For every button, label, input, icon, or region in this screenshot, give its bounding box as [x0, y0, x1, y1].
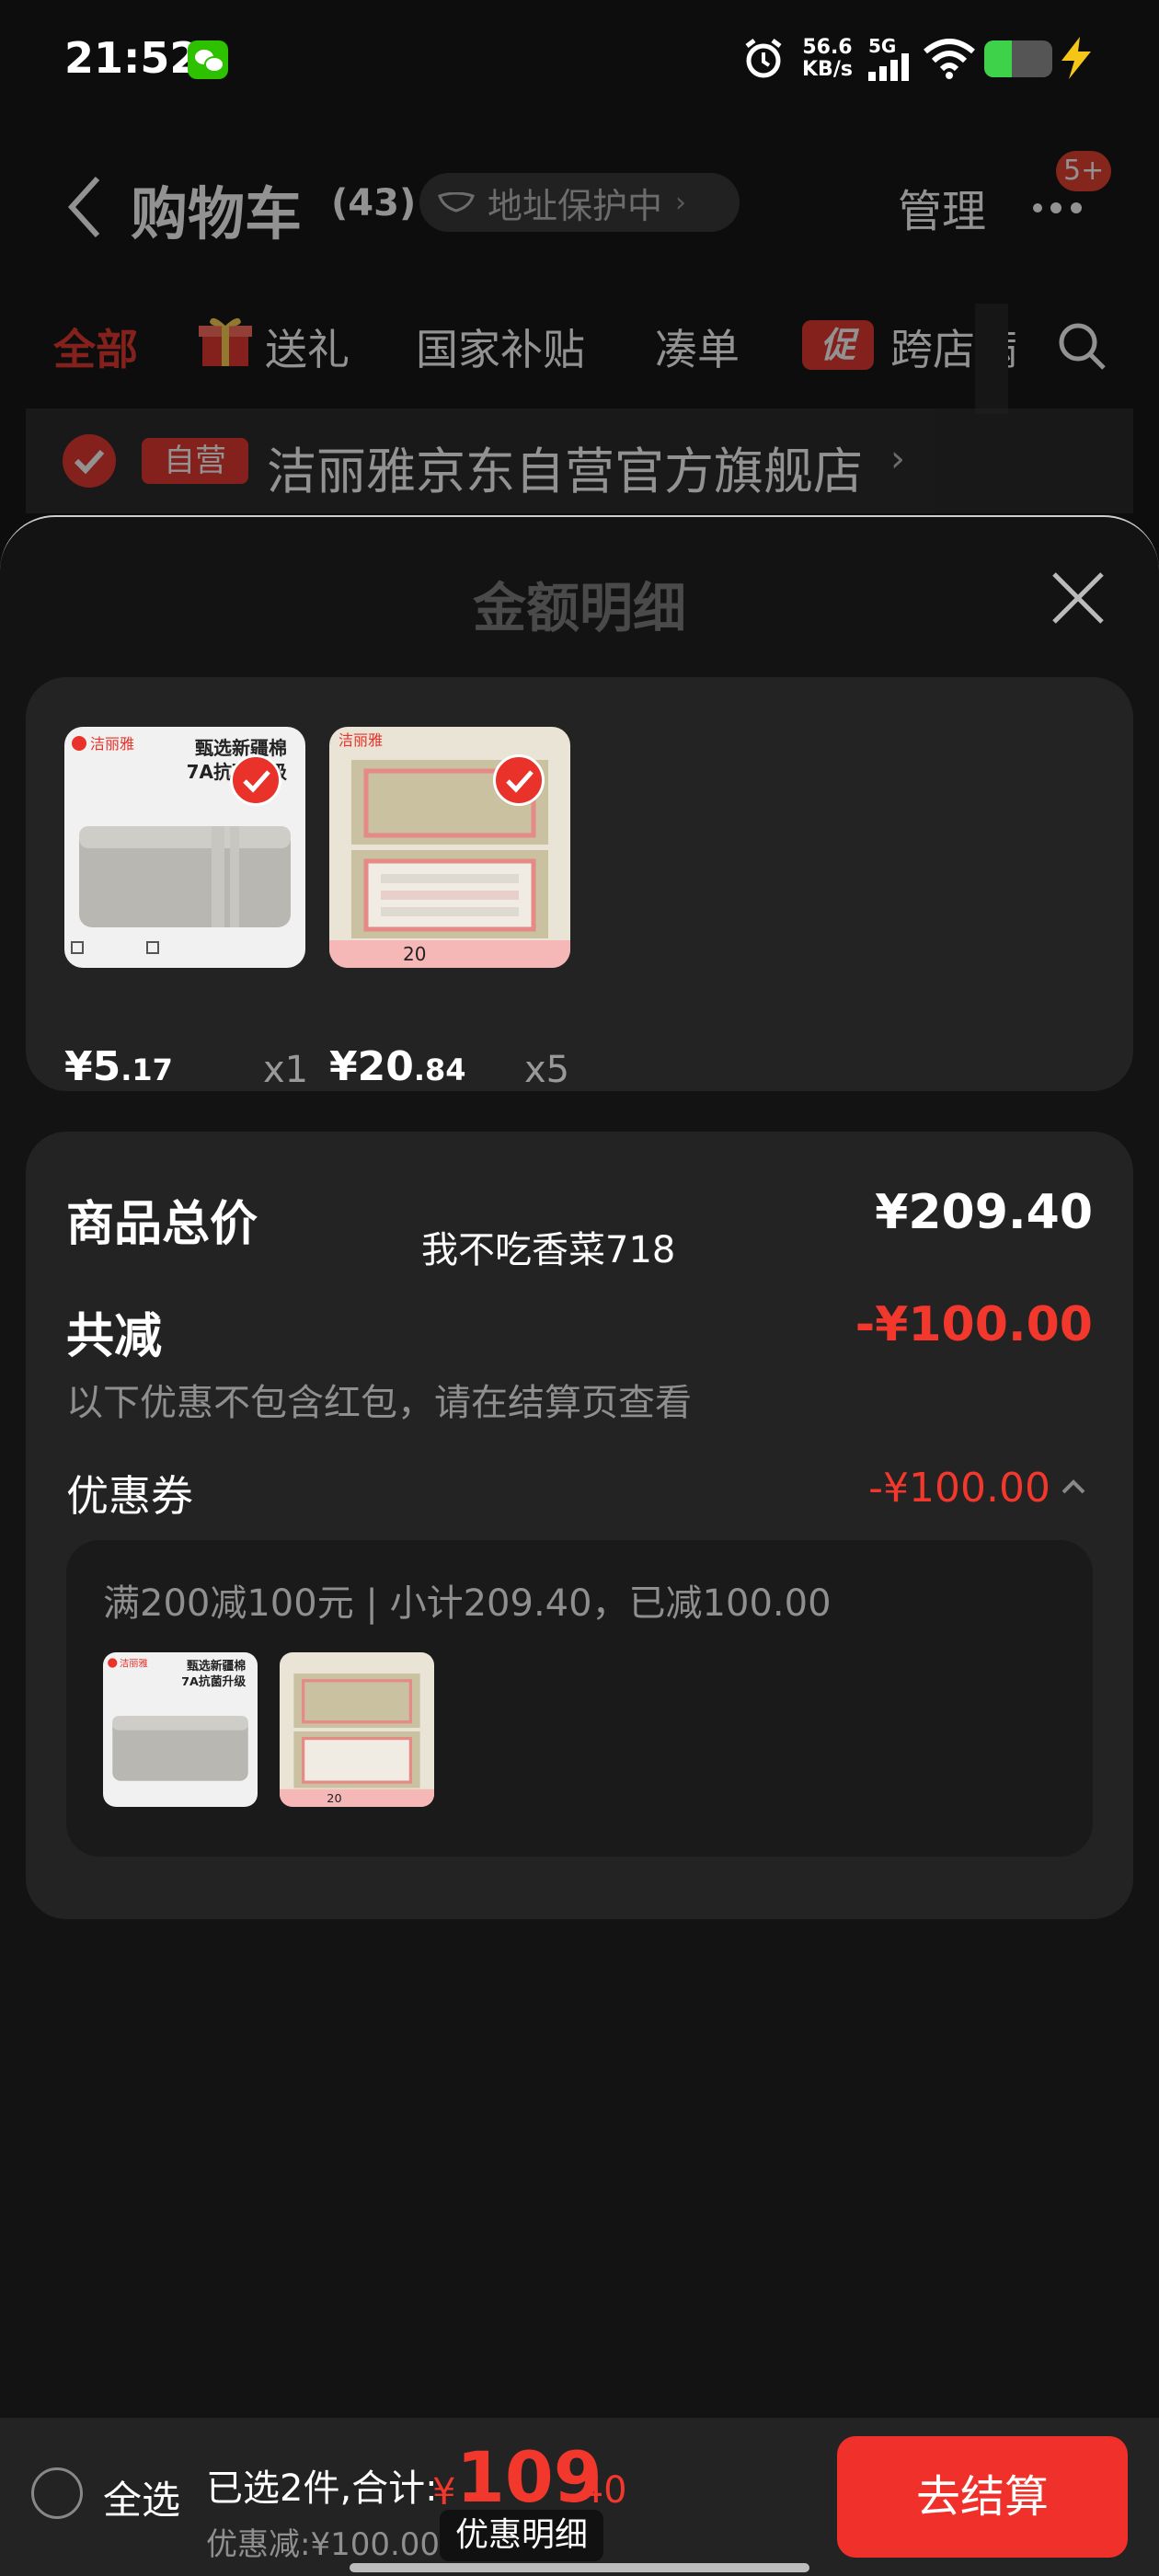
product-price: ¥5.17: [64, 1043, 173, 1090]
product-price: ¥20.84: [329, 1043, 466, 1090]
charging-icon: [1061, 37, 1091, 79]
selected-summary: 已选2件,合计:: [206, 2467, 438, 2510]
checkout-button[interactable]: 去结算: [837, 2436, 1128, 2558]
svg-text:洁丽雅: 洁丽雅: [90, 735, 134, 753]
home-indicator[interactable]: [350, 2563, 809, 2572]
svg-text:甄选新疆棉: 甄选新疆棉: [187, 1659, 246, 1673]
store-name[interactable]: 洁丽雅京东自营官方旗舰店: [267, 431, 863, 503]
wifi-icon: [924, 39, 975, 79]
select-all-checkbox[interactable]: [31, 2467, 83, 2519]
net-speed: 56.6 KB/s: [802, 36, 853, 81]
coupon-detail-box: 满200减100元 | 小计209.40，已减100.00 洁丽雅 甄选新疆棉 …: [66, 1540, 1093, 1857]
wechat-icon: [188, 40, 228, 79]
back-icon[interactable]: [64, 175, 105, 239]
username-watermark: 我不吃香菜718: [421, 1229, 676, 1271]
alarm-icon: [745, 39, 782, 78]
tab-all[interactable]: 全部: [53, 316, 138, 377]
product-quantity: x1: [263, 1049, 309, 1091]
select-all-label[interactable]: 全选: [103, 2469, 180, 2525]
sum-currency: ¥: [432, 2471, 456, 2513]
search-icon[interactable]: [1056, 320, 1107, 372]
svg-text:洁丽雅: 洁丽雅: [120, 1657, 148, 1669]
promo-icon: 促: [802, 320, 874, 370]
tab-add-on[interactable]: 凑单: [655, 316, 740, 377]
address-protection-label: 地址保护中: [488, 185, 663, 226]
product-quantity: x5: [524, 1049, 570, 1091]
red-packet-note: 以下优惠不包含红包，请在结算页查看: [66, 1382, 692, 1424]
reduction-label: 共减: [66, 1309, 163, 1364]
coupon-label[interactable]: 优惠券: [66, 1463, 193, 1524]
chevron-right-icon: ›: [675, 186, 687, 219]
status-time: 21:52: [64, 33, 200, 83]
amount-detail-sheet: 金额明细 洁丽雅 甄选新疆棉 7A抗菌升级 ¥5.17 x1: [0, 515, 1159, 2420]
svg-text:7A抗菌升级: 7A抗菌升级: [181, 1674, 246, 1689]
chevron-up-icon[interactable]: [1060, 1474, 1087, 1501]
close-icon[interactable]: [1049, 569, 1107, 627]
total-price-label: 商品总价: [66, 1197, 258, 1252]
cart-header: 购物车 (43) 地址保护中 › 管理 5+: [0, 147, 1159, 258]
more-icon[interactable]: [1028, 199, 1093, 217]
status-bar: 21:52 56.6 KB/s 5G: [0, 0, 1159, 120]
address-protection-pill[interactable]: 地址保护中 ›: [419, 173, 740, 232]
tab-gift[interactable]: 送礼: [265, 316, 350, 377]
discount-summary: 优惠减:¥100.00: [206, 2526, 441, 2563]
coupon-product-thumb-towel: 洁丽雅 甄选新疆棉 7A抗菌升级: [103, 1652, 258, 1807]
signal-icon: [868, 53, 909, 81]
message-badge: 5+: [1056, 151, 1112, 191]
tabs-fade: [975, 304, 1008, 414]
page-title: 购物车: [131, 180, 303, 247]
tab-national-subsidy[interactable]: 国家补贴: [416, 316, 585, 377]
shield-icon: [438, 192, 475, 213]
svg-text:甄选新疆棉: 甄选新疆棉: [195, 737, 287, 759]
discount-detail-button[interactable]: 优惠明细: [440, 2510, 603, 2561]
store-row[interactable]: 自营 洁丽雅京东自营官方旗舰店 ›: [26, 408, 1133, 513]
product-checkbox[interactable]: [493, 754, 545, 806]
sheet-title: 金额明细: [472, 577, 686, 639]
svg-text:20: 20: [327, 1792, 341, 1806]
product-checkbox[interactable]: [230, 754, 281, 806]
self-operated-tag: 自营: [142, 438, 248, 484]
reduction-value: -¥100.00: [855, 1297, 1093, 1352]
battery-icon: [984, 40, 1052, 77]
selected-products-card: 洁丽雅 甄选新疆棉 7A抗菌升级 ¥5.17 x1 洁丽雅: [26, 677, 1133, 1091]
filter-tabs: 全部 送礼 国家补贴 凑单 促 跨店满: [0, 304, 1159, 414]
store-checkbox[interactable]: [63, 434, 116, 488]
coupon-description: 满200减100元 | 小计209.40，已减100.00: [103, 1582, 832, 1625]
price-breakdown-card: 商品总价 ¥209.40 我不吃香菜718 共减 -¥100.00 以下优惠不包…: [26, 1132, 1133, 1919]
svg-text:20: 20: [403, 943, 426, 965]
gift-icon: [199, 317, 252, 366]
coupon-product-thumb-storage-box: 20: [280, 1652, 434, 1807]
total-price-value: ¥209.40: [875, 1185, 1093, 1240]
manage-button[interactable]: 管理: [898, 175, 986, 239]
cart-count: (43): [331, 182, 417, 224]
sum-decimal: .40: [568, 2469, 627, 2512]
chevron-right-icon: ›: [890, 438, 905, 480]
coupon-value[interactable]: -¥100.00: [868, 1465, 1050, 1512]
svg-text:洁丽雅: 洁丽雅: [339, 731, 383, 749]
checkout-bar: 全选 已选2件,合计: ¥ 109 .40 优惠减:¥100.00 优惠明细 去…: [0, 2418, 1159, 2576]
